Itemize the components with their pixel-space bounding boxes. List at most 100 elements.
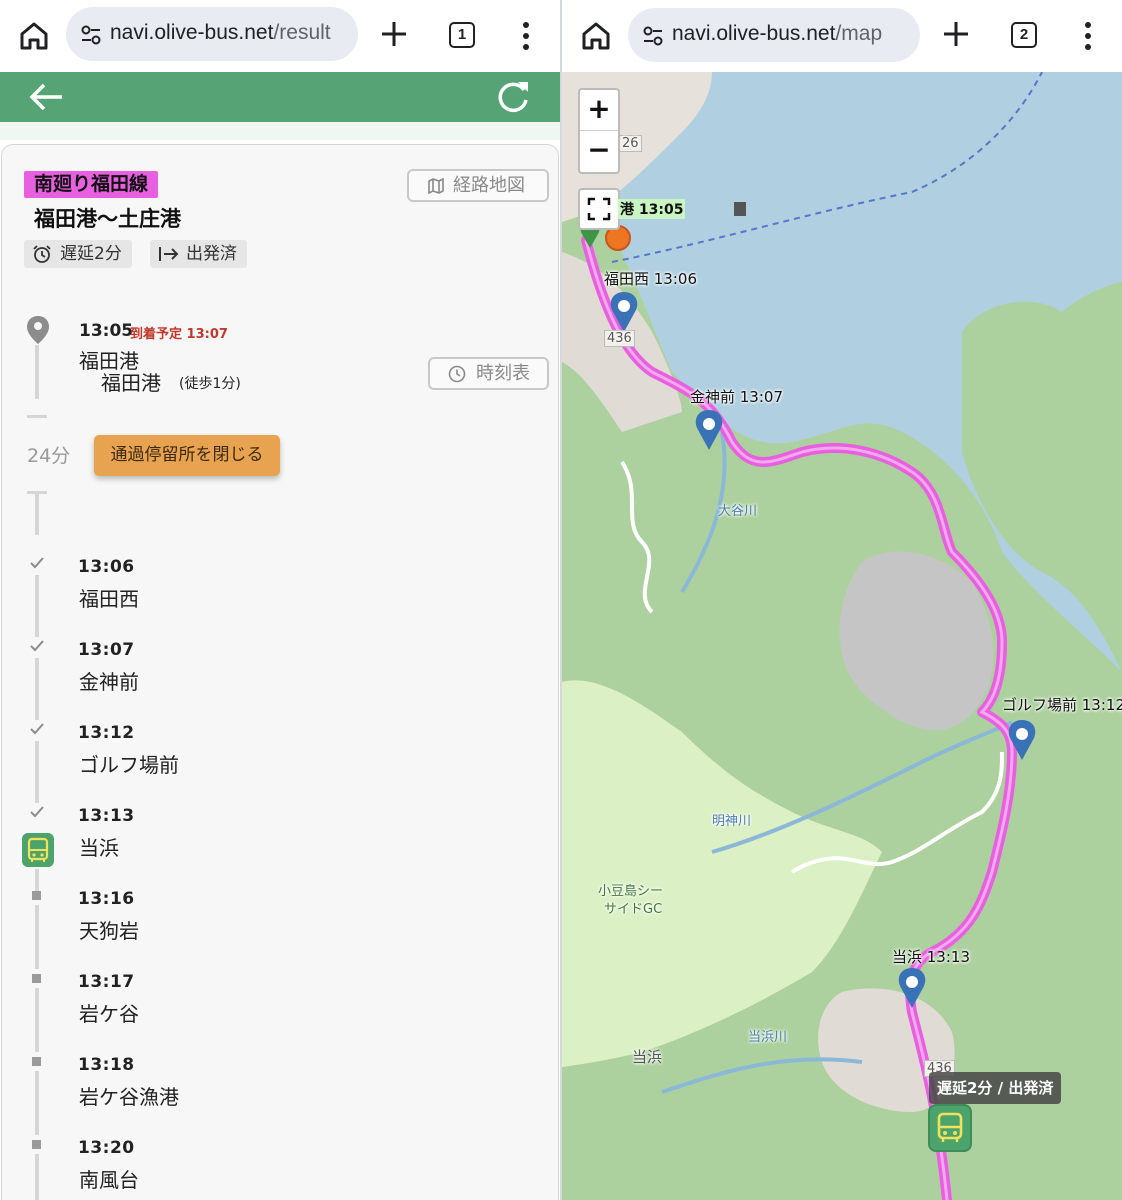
home-icon[interactable]	[14, 16, 54, 56]
timeline-square	[32, 974, 41, 983]
timeline-segment	[35, 345, 39, 399]
current-bus-icon	[22, 833, 54, 867]
url-domain: navi.olive-bus.net	[110, 21, 274, 44]
arrival-estimate: 到着予定 13:07	[130, 327, 228, 342]
stop-row: 13:13 当浜	[2, 806, 560, 886]
timeline-segment	[35, 1071, 39, 1135]
timeline-segment	[35, 575, 39, 637]
bus-status-tooltip: 遅延2分 / 出発済	[929, 1072, 1062, 1104]
stop-row: 13:07 金神前	[2, 640, 560, 720]
route-destination: 福田港〜土庄港	[34, 207, 181, 231]
stop-row: 13:06 福田西	[2, 557, 560, 637]
site-settings-icon[interactable]	[642, 25, 664, 47]
site-settings-icon[interactable]	[80, 24, 102, 46]
stop-row: 13:18 岩ケ谷漁港	[2, 1055, 560, 1135]
more-menu-icon[interactable]	[1076, 20, 1100, 52]
route-detail-card: 南廻り福田線 福田港〜土庄港 経路地図 遅延2分 出発済 13:05 到着予定 …	[1, 144, 559, 1200]
timeline-tick	[27, 415, 47, 418]
route-map[interactable]	[562, 72, 1122, 1200]
stop-row: 13:16 天狗岩	[2, 889, 560, 969]
stop-name: 岩ケ谷漁港	[79, 1085, 179, 1109]
place-label: サイドGC	[604, 902, 663, 917]
url-text: navi.olive-bus.net/map	[672, 22, 882, 46]
delay-chip: 遅延2分	[24, 240, 132, 268]
stop-time: 13:18	[78, 1055, 135, 1075]
map-pane: navi.olive-bus.net/map 2 + − 港 13:05 福田西…	[562, 0, 1122, 1200]
ride-duration: 24分	[27, 445, 71, 467]
check-icon	[30, 723, 44, 735]
address-bar[interactable]: navi.olive-bus.net/map	[628, 8, 920, 62]
timeline-segment	[35, 1154, 39, 1200]
walk-time-note: (徒歩1分)	[179, 376, 241, 392]
timeline-segment	[35, 491, 39, 535]
browser-toolbar: navi.olive-bus.net/result 1	[0, 0, 560, 72]
url-path: /map	[835, 22, 883, 45]
stop-row: 13:17 岩ケ谷	[2, 972, 560, 1052]
new-tab-icon[interactable]	[378, 18, 410, 50]
river-label: 大谷川	[718, 504, 758, 519]
new-tab-icon[interactable]	[940, 18, 972, 50]
stop-name: 金神前	[79, 670, 139, 694]
timetable-button[interactable]: 時刻表	[428, 357, 549, 390]
location-pin-icon	[27, 316, 49, 344]
stop-time: 13:17	[78, 972, 135, 992]
zoom-in-button[interactable]: +	[580, 90, 618, 131]
more-menu-icon[interactable]	[514, 20, 538, 52]
back-arrow-icon[interactable]	[26, 80, 66, 114]
map-icon	[428, 177, 444, 195]
timetable-label: 時刻表	[476, 363, 530, 384]
origin-time: 13:05	[79, 321, 134, 341]
stop-marker-label: ゴルフ場前 13:12	[1002, 696, 1122, 714]
timeline-segment	[35, 658, 39, 720]
stop-time: 13:06	[78, 557, 135, 577]
timeline-square	[32, 1057, 41, 1066]
route-map-label: 経路地図	[453, 175, 525, 196]
check-icon	[30, 806, 44, 818]
stop-name: 福田西	[79, 587, 139, 611]
app-header	[0, 72, 560, 122]
browser-toolbar: navi.olive-bus.net/map 2	[562, 0, 1122, 72]
fullscreen-icon	[587, 197, 611, 221]
river-label: 明神川	[712, 814, 752, 829]
alarm-clock-icon	[33, 245, 51, 263]
address-bar[interactable]: navi.olive-bus.net/result	[66, 7, 358, 61]
stop-name: 岩ケ谷	[79, 1002, 139, 1026]
stop-marker-label: 当浜 13:13	[892, 948, 970, 966]
stop-time: 13:20	[78, 1138, 135, 1158]
river-label: 当浜川	[748, 1030, 788, 1045]
route-map-button[interactable]: 経路地図	[407, 169, 549, 202]
timeline-segment	[35, 741, 39, 803]
clock-icon	[448, 365, 466, 383]
place-label: 当浜	[632, 1048, 663, 1066]
tab-switcher-button[interactable]: 2	[1011, 22, 1037, 48]
departure-status-chip: 出発済	[150, 240, 247, 268]
stop-name: 南風台	[79, 1168, 139, 1192]
fullscreen-button[interactable]	[578, 188, 620, 230]
url-text: navi.olive-bus.net/result	[110, 21, 331, 45]
tab-switcher-button[interactable]: 1	[449, 22, 475, 48]
stop-name: 天狗岩	[79, 919, 139, 943]
stop-time: 13:13	[78, 806, 135, 826]
close-passing-stops-button[interactable]: 通過停留所を閉じる	[94, 435, 280, 476]
stop-row: 13:20 南風台	[2, 1138, 560, 1200]
result-pane: navi.olive-bus.net/result 1 南廻り福田線 福田港〜土…	[0, 0, 560, 1200]
stop-marker-label: 福田西 13:06	[604, 270, 697, 288]
stop-time: 13:12	[78, 723, 135, 743]
bus-marker-icon[interactable]	[928, 1104, 972, 1152]
road-number-label: 26	[619, 135, 642, 152]
timeline-square	[32, 1140, 41, 1149]
zoom-out-button[interactable]: −	[580, 132, 618, 173]
stop-marker-label: 金神前 13:07	[690, 388, 783, 406]
url-path: /result	[273, 21, 331, 44]
origin-platform-name: 福田港	[101, 371, 161, 395]
header-shadow	[0, 122, 560, 140]
stop-time: 13:07	[78, 640, 135, 660]
stop-row: 13:12 ゴルフ場前	[2, 723, 560, 803]
url-domain: navi.olive-bus.net	[672, 22, 836, 45]
timeline-square	[32, 891, 41, 900]
zoom-control: + −	[578, 88, 620, 174]
home-icon[interactable]	[576, 16, 616, 56]
timeline-segment	[35, 988, 39, 1052]
delay-text: 遅延2分	[60, 244, 122, 264]
reload-icon[interactable]	[494, 78, 532, 116]
